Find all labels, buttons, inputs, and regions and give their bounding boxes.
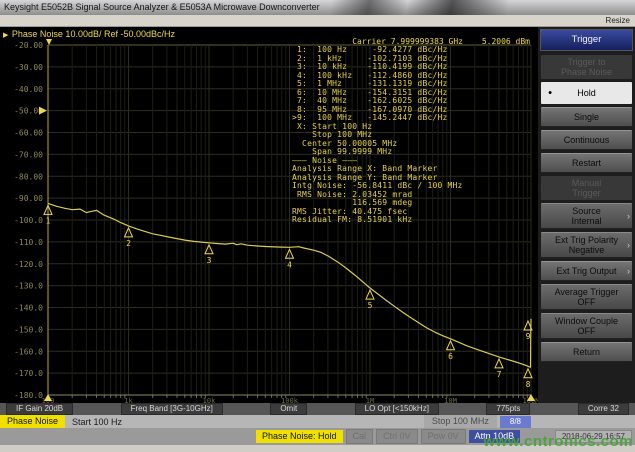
svg-text:8: 8	[526, 380, 531, 389]
svg-text:-140.0: -140.0	[14, 304, 43, 313]
resize-button[interactable]: Resize	[606, 16, 630, 25]
softkey-label: Average Trigger OFF	[542, 287, 631, 307]
watermark: www.cntronics.com	[483, 433, 633, 450]
svg-text:-70.00: -70.00	[14, 150, 43, 159]
stop-frequency-label: Stop 100 MHz	[424, 415, 497, 428]
trace-scale-label: Phase Noise 10.00dB/ Ref -50.00dBc/Hz	[12, 29, 175, 39]
measurement-status-bar: IF Gain 20dB Freq Band [3G-10GHz] Omit LO O…	[0, 403, 635, 415]
softkey-trigger-to: Trigger to Phase Noise	[541, 55, 632, 79]
start-frequency-label: Start 100 Hz	[72, 417, 122, 427]
window-title: Keysight E5052B Signal Source Analyzer &…	[4, 2, 320, 12]
svg-text:-110.0: -110.0	[14, 238, 43, 247]
softkey-return[interactable]: Return	[541, 342, 632, 362]
softkey-label: Window Couple OFF	[542, 316, 631, 336]
svg-text:-160.0: -160.0	[14, 347, 43, 356]
range-bar: Phase Noise Start 100 Hz Stop 100 MHz 8/…	[0, 415, 635, 428]
svg-text:-80.00: -80.00	[14, 172, 43, 181]
status-item: Freq Band [3G-10GHz]	[121, 403, 223, 415]
taskbar-item-phase-noise-hold[interactable]: Phase Noise: Hold	[256, 430, 343, 443]
trace-header: ▶ Phase Noise 10.00dB/ Ref -50.00dBc/Hz	[3, 29, 175, 39]
svg-text:-60.00: -60.00	[14, 129, 43, 138]
svg-text:6: 6	[448, 352, 453, 361]
svg-text:3: 3	[207, 256, 212, 265]
app-window: Keysight E5052B Signal Source Analyzer &…	[0, 0, 635, 452]
softkey-label: Ext Trig Polarity Negative	[542, 235, 631, 255]
softkey-continuous[interactable]: Continuous	[541, 130, 632, 150]
softkey-restart[interactable]: Restart	[541, 153, 632, 173]
svg-text:7: 7	[497, 370, 502, 379]
status-item: IF Gain 20dB	[6, 403, 73, 415]
status-item: 775pts	[486, 403, 530, 415]
mode-badge: Phase Noise	[0, 415, 65, 428]
softkey-source[interactable]: Source Internal›	[541, 203, 632, 229]
softkey-panel: Trigger Trigger to Phase Noise Hold● Singl…	[538, 27, 635, 403]
svg-text:-90.00: -90.00	[14, 194, 43, 203]
trace-select-arrow-icon: ▶	[3, 32, 8, 39]
svg-text:-20.00: -20.00	[14, 41, 43, 50]
submenu-arrow-icon: ›	[627, 240, 630, 250]
softkey-label: Source Internal	[542, 206, 631, 226]
softkey-ext-trig-output[interactable]: Ext Trig Output›	[541, 261, 632, 281]
status-item: LO Opt [<150kHz]	[355, 403, 439, 415]
channel-page-badge: 8/8	[500, 416, 531, 428]
svg-text:-30.00: -30.00	[14, 63, 43, 72]
svg-text:-120.0: -120.0	[14, 260, 43, 269]
softkey-list: Trigger to Phase Noise Hold● Single Continu…	[540, 55, 633, 362]
softkey-label: Hold	[542, 88, 631, 98]
svg-text:2: 2	[126, 239, 131, 248]
status-item: Omit	[270, 403, 307, 415]
softkey-average-trigger[interactable]: Average Trigger OFF	[541, 284, 632, 310]
title-bar[interactable]: Keysight E5052B Signal Source Analyzer &…	[0, 0, 635, 15]
svg-text:-170.0: -170.0	[14, 369, 43, 378]
radio-selected-icon: ●	[548, 90, 552, 97]
taskbar-item-ctrl-0v[interactable]: Ctrl 0V	[376, 429, 418, 444]
softkey-manual: Manual Trigger	[541, 176, 632, 200]
softkey-label: Ext Trig Output	[542, 266, 631, 276]
softkey-label: Single	[542, 112, 631, 122]
submenu-arrow-icon: ›	[627, 211, 630, 221]
softkey-window-couple[interactable]: Window Couple OFF	[541, 313, 632, 339]
svg-text:-100.0: -100.0	[14, 216, 43, 225]
svg-text:4: 4	[287, 260, 292, 269]
menu-bar: Resize	[0, 15, 635, 27]
svg-text:-50.00: -50.00	[14, 107, 43, 116]
softkey-hold[interactable]: Hold●	[541, 82, 632, 104]
status-item: Corre 32	[578, 403, 629, 415]
softkey-label: Return	[542, 347, 631, 357]
softkey-menu-title: Trigger	[540, 29, 633, 51]
marker-readout: 1: 100 Hz -92.4277 dBc/Hz 2: 1 kHz -102.…	[287, 46, 463, 225]
softkey-single[interactable]: Single	[541, 107, 632, 127]
taskbar-item-cal[interactable]: Cal	[346, 429, 374, 444]
softkey-label: Restart	[542, 158, 631, 168]
softkey-label: Continuous	[542, 135, 631, 145]
svg-text:-180.0: -180.0	[14, 391, 43, 400]
carrier-power: 5.2006 dBm	[482, 37, 530, 46]
instrument-screen: -20.00 -30.00 -40.00 -50.00 -60.00 -70.00 -80.…	[0, 27, 538, 403]
softkey-ext-trig-polarity[interactable]: Ext Trig Polarity Negative›	[541, 232, 632, 258]
svg-text:1: 1	[46, 216, 51, 225]
svg-text:-150.0: -150.0	[14, 325, 43, 334]
svg-text:9: 9	[526, 332, 531, 341]
softkey-label: Trigger to Phase Noise	[542, 57, 631, 77]
submenu-arrow-icon: ›	[627, 266, 630, 276]
svg-text:-130.0: -130.0	[14, 282, 43, 291]
svg-text:-40.00: -40.00	[14, 85, 43, 94]
svg-text:5: 5	[368, 301, 373, 310]
taskbar-item-pow-0v[interactable]: Pow 0V	[421, 429, 466, 444]
softkey-label: Manual Trigger	[542, 178, 631, 198]
